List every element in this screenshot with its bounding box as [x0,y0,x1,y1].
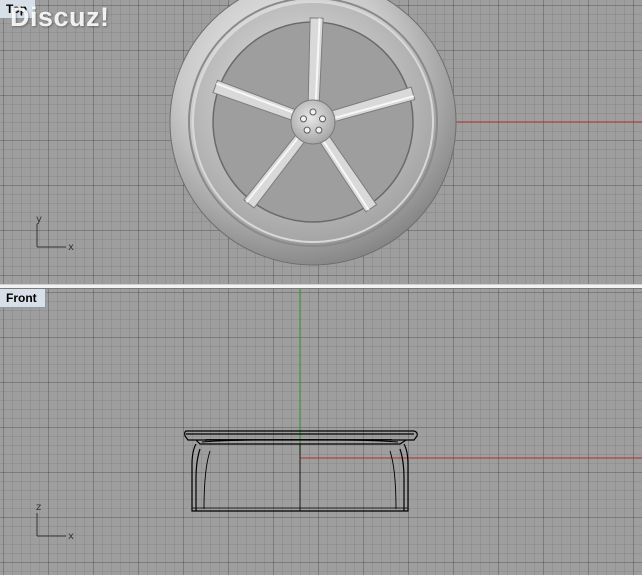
lug-hole [309,108,317,116]
axis-indicator-top: x y [36,214,74,253]
discuz-watermark: Discuz! [10,2,110,32]
axis-indicator-front: x z [36,502,74,542]
top-viewport[interactable]: x y Top Discuz! [0,0,642,284]
svg-text:x: x [68,531,74,542]
lug-hole [299,115,307,123]
front-viewport-label[interactable]: Front [0,289,46,308]
wheel-wireframe-front[interactable] [184,430,418,512]
top-viewport-canvas: x y [36,0,642,266]
lug-hole [319,115,327,123]
front-viewport-canvas: x z [36,289,642,542]
svg-text:z: z [36,502,41,513]
svg-text:x: x [68,242,74,253]
front-viewport[interactable]: x z Front [0,289,642,575]
lug-hole [303,126,311,134]
lug-hole [315,126,323,134]
svg-text:y: y [36,214,42,225]
wheel-model[interactable] [169,0,457,266]
